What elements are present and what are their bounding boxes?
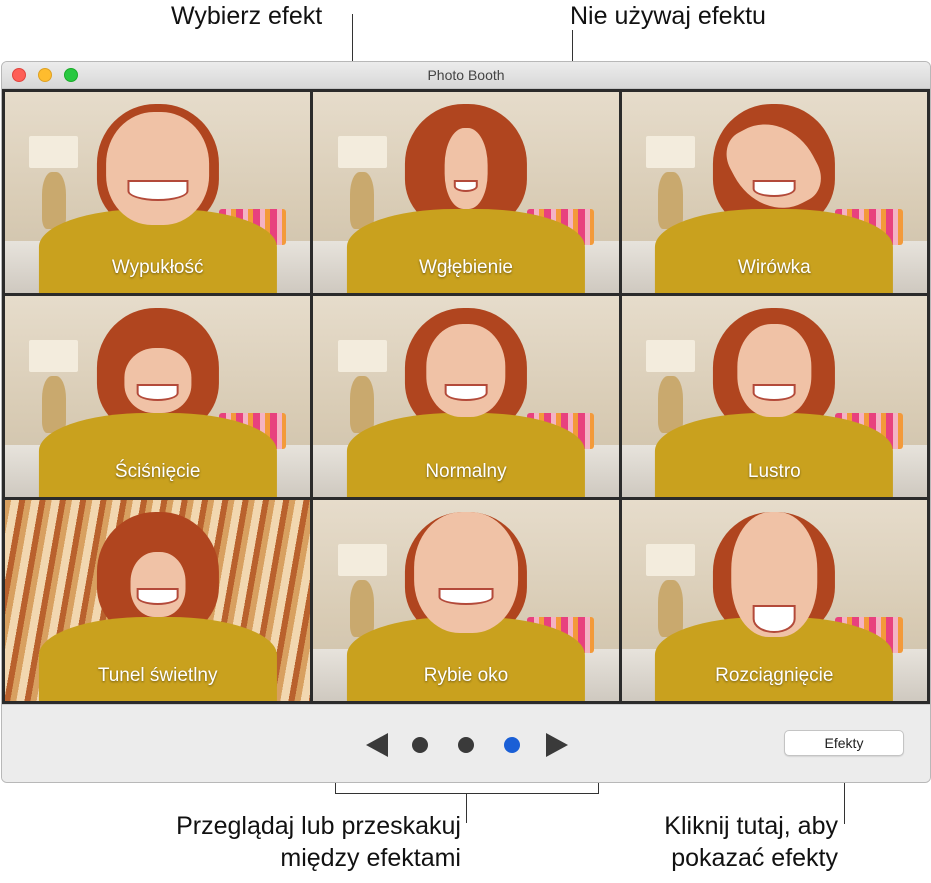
effect-label: Wypukłość <box>111 257 204 278</box>
callout-no-effect: Nie używaj efektu <box>570 2 766 30</box>
window-title: Photo Booth <box>427 67 505 83</box>
effect-tile-light-tunnel[interactable]: Tunel świetlny <box>5 500 311 701</box>
effect-tile-bulge[interactable]: Wypukłość <box>5 92 311 293</box>
callout-browse: Przeglądaj lub przeskakuj między efektam… <box>131 810 461 874</box>
previous-page-arrow-icon[interactable] <box>366 733 388 757</box>
callout-browse-line-1: Przeglądaj lub przeskakuj <box>176 812 461 840</box>
bracket-bottom <box>335 793 599 794</box>
effect-label: Wirówka <box>737 257 811 278</box>
effect-label: Rybie oko <box>423 665 509 686</box>
callout-choose-effect: Wybierz efekt <box>171 2 323 30</box>
page-dot-2[interactable] <box>458 737 474 753</box>
callout-click-here-line-2: pokazać efekty <box>671 844 838 872</box>
effect-label: Lustro <box>747 461 801 482</box>
next-page-arrow-icon[interactable] <box>546 733 568 757</box>
callout-click-here-line-1: Kliknij tutaj, aby <box>664 812 838 840</box>
bottom-toolbar: Efekty <box>2 704 930 782</box>
effect-label: Tunel świetlny <box>97 665 218 686</box>
page-dot-1[interactable] <box>412 737 428 753</box>
effect-tile-mirror[interactable]: Lustro <box>621 296 927 497</box>
title-bar: Photo Booth <box>2 62 930 89</box>
effect-label: Wgłębienie <box>418 257 513 278</box>
callout-browse-line-2: między efektami <box>280 844 461 872</box>
effect-tile-squeeze[interactable]: Ściśnięcie <box>5 296 311 497</box>
effect-label: Rozciągnięcie <box>715 665 834 686</box>
effect-label: Normalny <box>425 461 507 482</box>
photo-booth-window: Photo Booth Wypukłość Wgłębienie Wirówka… <box>1 61 931 783</box>
effect-tile-fisheye[interactable]: Rybie oko <box>313 500 619 701</box>
effect-tile-twirl[interactable]: Wirówka <box>621 92 927 293</box>
leader-line-browse <box>466 793 467 823</box>
effect-label: Ściśnięcie <box>114 461 201 482</box>
effect-tile-dent[interactable]: Wgłębienie <box>313 92 619 293</box>
effects-button[interactable]: Efekty <box>784 730 904 756</box>
effects-grid: Wypukłość Wgłębienie Wirówka Ściśnięcie … <box>2 89 930 704</box>
callout-click-here: Kliknij tutaj, aby pokazać efekty <box>620 810 838 874</box>
effect-tile-normal[interactable]: Normalny <box>313 296 619 497</box>
effect-tile-stretch[interactable]: Rozciągnięcie <box>621 500 927 701</box>
page-dot-3[interactable] <box>504 737 520 753</box>
